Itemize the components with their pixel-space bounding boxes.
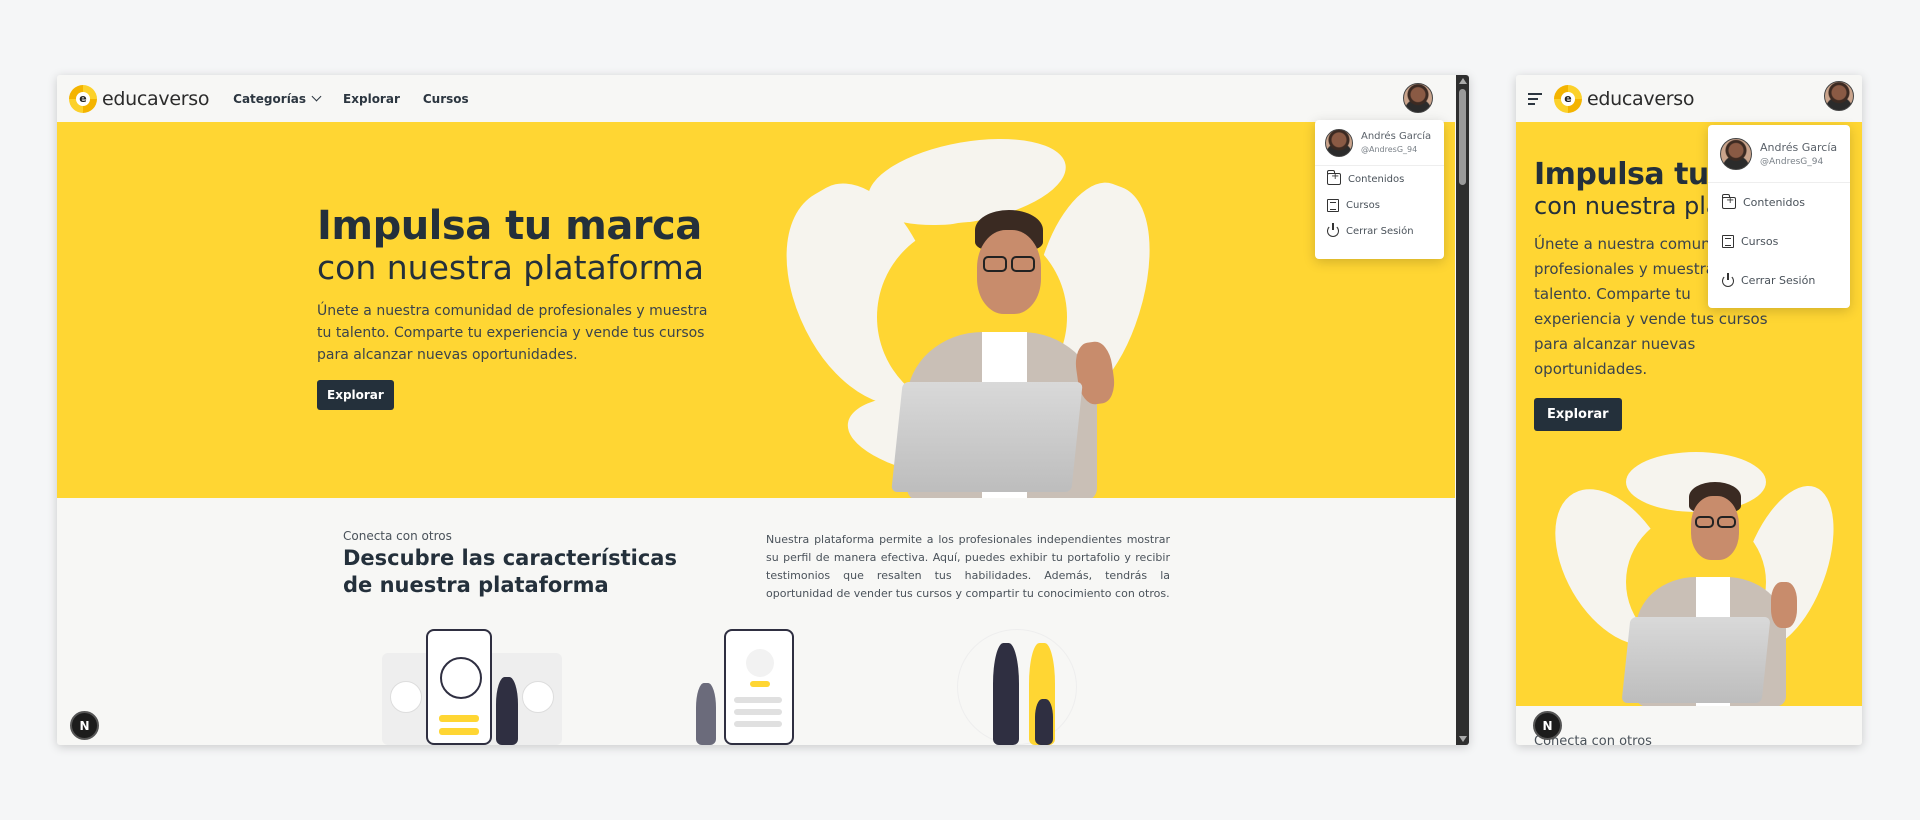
menu-item-logout[interactable]: Cerrar Sesión xyxy=(1315,218,1444,244)
logo-text: educaverso xyxy=(1587,87,1695,110)
menu-item-contenidos[interactable]: Contenidos xyxy=(1708,183,1850,222)
user-avatar xyxy=(1325,128,1353,157)
user-handle: @AndresG_94 xyxy=(1361,145,1418,154)
section-title: Descubre las características de nuestra … xyxy=(343,546,677,597)
menu-icon[interactable] xyxy=(1528,92,1544,105)
scrollbar[interactable] xyxy=(1456,75,1469,745)
library-icon xyxy=(1722,235,1734,248)
hero-description: Únete a nuestra comunidad de profesional… xyxy=(317,303,708,363)
menu-item-cursos[interactable]: Cursos xyxy=(1315,192,1444,218)
explore-button[interactable]: Explorar xyxy=(317,380,394,410)
menu-item-label: Cerrar Sesión xyxy=(1741,274,1816,287)
illustration-phone-list xyxy=(694,629,804,745)
features-section: Conecta con otros Descubre las caracterí… xyxy=(57,498,1455,745)
menu-item-label: Cursos xyxy=(1346,199,1380,211)
desktop-preview: e educaverso Categorías Explorar Cursos … xyxy=(57,75,1469,745)
power-icon xyxy=(1327,223,1339,237)
section-body: Nuestra plataforma permite a los profesi… xyxy=(766,533,1170,600)
chevron-down-icon xyxy=(311,91,322,102)
avatar[interactable] xyxy=(1824,81,1854,111)
illustration-profiles xyxy=(382,629,572,745)
logo-icon: e xyxy=(1554,84,1582,113)
hero-section: Impulsa tu marca con nuestra plataforma … xyxy=(57,122,1455,498)
user-menu-dropdown: Andrés García @AndresG_94 Contenidos Cur… xyxy=(1315,120,1444,259)
user-menu-header: Andrés García @AndresG_94 xyxy=(1315,120,1444,166)
hero-subtitle: con nuestra plataforma xyxy=(317,248,704,287)
section-eyebrow: Conecta con otros xyxy=(343,529,452,543)
logo-icon: e xyxy=(69,84,97,113)
user-menu-header: Andrés García @AndresG_94 xyxy=(1708,125,1850,183)
user-name: Andrés García xyxy=(1361,131,1432,142)
folder-plus-icon xyxy=(1722,193,1736,209)
logo[interactable]: e educaverso xyxy=(69,84,210,113)
user-avatar xyxy=(1720,137,1752,170)
nav-explore[interactable]: Explorar xyxy=(343,92,400,106)
logo-text: educaverso xyxy=(102,87,210,110)
nextjs-badge[interactable]: N xyxy=(1533,711,1562,740)
user-handle: @AndresG_94 xyxy=(1760,156,1824,167)
menu-item-logout[interactable]: Cerrar Sesión xyxy=(1708,261,1850,300)
logo[interactable]: e educaverso xyxy=(1554,84,1695,113)
hero-title: Impulsa tu marca xyxy=(317,203,702,249)
navbar: e educaverso xyxy=(1516,75,1862,122)
menu-item-label: Contenidos xyxy=(1348,173,1405,185)
hero-person-image xyxy=(1586,482,1846,706)
hero-person-image xyxy=(827,210,1187,498)
explore-button[interactable]: Explorar xyxy=(1534,398,1622,431)
navbar: e educaverso Categorías Explorar Cursos xyxy=(57,75,1455,122)
menu-item-contenidos[interactable]: Contenidos xyxy=(1315,166,1444,192)
user-menu-dropdown: Andrés García @AndresG_94 Contenidos Cur… xyxy=(1708,125,1850,308)
nav-categories-label: Categorías xyxy=(233,91,307,106)
nextjs-badge[interactable]: N xyxy=(70,711,99,740)
menu-item-label: Cursos xyxy=(1741,235,1779,248)
library-icon xyxy=(1327,198,1339,212)
scroll-thumb[interactable] xyxy=(1459,89,1466,185)
power-icon xyxy=(1722,272,1734,287)
avatar[interactable] xyxy=(1403,83,1433,113)
menu-item-cursos[interactable]: Cursos xyxy=(1708,222,1850,261)
menu-item-label: Contenidos xyxy=(1743,196,1805,209)
illustration-handshake xyxy=(957,629,1097,745)
scroll-down-arrow-icon[interactable] xyxy=(1459,736,1467,742)
folder-plus-icon xyxy=(1327,170,1341,185)
scroll-up-arrow-icon[interactable] xyxy=(1459,78,1467,84)
mobile-preview: e educaverso Impulsa tu marca con nuestr… xyxy=(1516,75,1862,745)
nav-courses[interactable]: Cursos xyxy=(423,92,469,106)
user-name: Andrés García xyxy=(1760,140,1838,154)
nav-categories[interactable]: Categorías xyxy=(233,91,322,106)
menu-item-label: Cerrar Sesión xyxy=(1346,225,1414,237)
